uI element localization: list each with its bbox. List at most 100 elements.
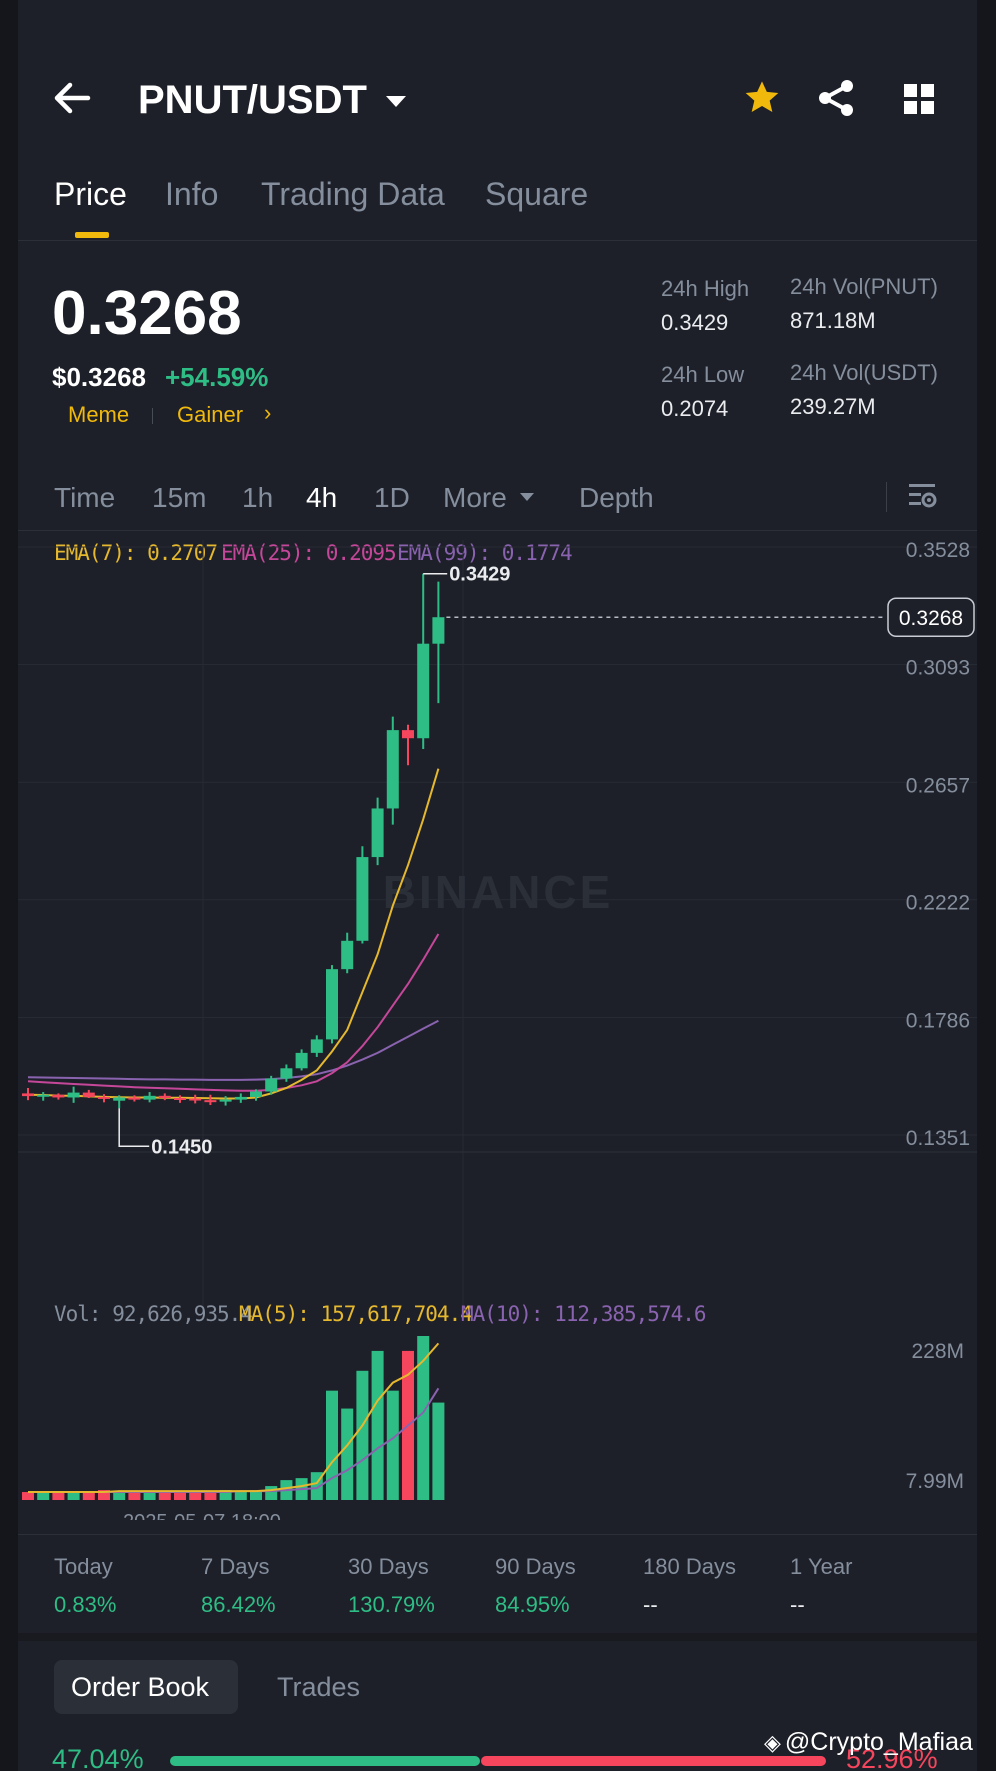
tabs-divider	[18, 240, 977, 241]
candle	[432, 617, 445, 644]
candle	[98, 1096, 110, 1099]
candle	[204, 1100, 217, 1103]
credit-text: @Crypto_Mafiaa	[784, 1728, 973, 1756]
tab-order-book[interactable]: Order Book	[54, 1660, 238, 1714]
volume-tick-label: 7.99M	[906, 1470, 964, 1493]
tag-divider	[152, 408, 153, 424]
interval-time[interactable]: Time	[54, 482, 115, 514]
volume-bar	[341, 1408, 354, 1500]
grid-menu-icon[interactable]	[902, 82, 936, 121]
volume-bar	[234, 1491, 247, 1500]
volume-bar	[128, 1492, 141, 1500]
candle	[280, 1068, 293, 1079]
pair-dropdown-icon[interactable]	[384, 92, 408, 115]
min-marker-label: 0.1450	[151, 1136, 212, 1158]
perf-7d: 7 Days 86.42%	[201, 1554, 276, 1618]
perf-value: 86.42%	[201, 1592, 276, 1617]
interval-1h[interactable]: 1h	[242, 482, 273, 514]
volume-bar	[143, 1492, 156, 1500]
candle	[143, 1095, 156, 1100]
candle	[219, 1099, 232, 1102]
vol-base-value: 871.18M	[790, 308, 876, 333]
y-tick-label: 0.2222	[906, 892, 970, 915]
favorite-star-icon[interactable]	[742, 78, 782, 123]
max-marker-label: 0.3429	[449, 564, 510, 586]
candle	[67, 1092, 80, 1098]
tab-trades[interactable]: Trades	[277, 1672, 360, 1703]
volume-bar	[189, 1492, 202, 1500]
tags-chevron-icon[interactable]: ›	[264, 400, 271, 426]
chart-bottom-divider	[18, 1534, 977, 1535]
buy-ratio-bar	[170, 1756, 480, 1766]
volume-bar	[265, 1486, 278, 1500]
chart-settings-icon[interactable]	[907, 480, 939, 517]
perf-1y: 1 Year --	[790, 1554, 852, 1618]
vol-legend: Vol: 92,626,935.4	[54, 1302, 253, 1326]
tab-square[interactable]: Square	[485, 176, 588, 213]
current-price-label: 0.3268	[899, 607, 963, 630]
candle	[326, 969, 338, 1040]
candle	[386, 730, 399, 809]
perf-value: 130.79%	[348, 1592, 435, 1617]
perf-label: 7 Days	[201, 1554, 270, 1579]
perf-30d: 30 Days 130.79%	[348, 1554, 435, 1618]
price-chart[interactable]: BINANCE 0.3528 0.3093 0.2657 0.2222 0.1786 0.…	[18, 540, 977, 1520]
vol-quote-label: 24h Vol(USDT)	[790, 360, 938, 385]
candle	[341, 940, 354, 970]
interval-depth[interactable]: Depth	[579, 482, 654, 514]
candle	[295, 1052, 308, 1069]
volume-bar	[22, 1492, 34, 1500]
interval-1d[interactable]: 1D	[374, 482, 410, 514]
perf-label: 1 Year	[790, 1554, 853, 1579]
performance-row: Today 0.83% 7 Days 86.42% 30 Days 130.79…	[54, 1554, 954, 1624]
usd-price: $0.3268	[52, 362, 146, 392]
candle	[174, 1097, 186, 1100]
share-icon[interactable]	[816, 78, 856, 123]
volume-bar	[356, 1370, 369, 1500]
tab-trading-data[interactable]: Trading Data	[261, 176, 445, 213]
credit-watermark: ◈ @Crypto_Mafiaa	[764, 1728, 973, 1757]
back-button[interactable]	[52, 80, 100, 120]
volume-bar	[386, 1390, 399, 1500]
candle	[113, 1097, 126, 1101]
y-tick-label: 0.3528	[906, 540, 970, 562]
y-tick-label: 0.3093	[906, 656, 970, 679]
perf-label: 90 Days	[495, 1554, 576, 1579]
candle	[37, 1094, 50, 1097]
more-dropdown-icon[interactable]	[518, 490, 536, 509]
interval-divider-line	[18, 530, 977, 531]
vol-base-label: 24h Vol(PNUT)	[790, 274, 938, 299]
interval-15m[interactable]: 15m	[152, 482, 206, 514]
candle	[417, 643, 430, 739]
tab-info[interactable]: Info	[165, 176, 218, 213]
perf-value: --	[643, 1592, 658, 1617]
tab-price[interactable]: Price	[54, 176, 127, 213]
volume-bar	[250, 1491, 262, 1500]
candle	[265, 1078, 278, 1092]
sell-ratio-bar	[481, 1756, 826, 1766]
candle	[128, 1097, 141, 1100]
perf-label: 180 Days	[643, 1554, 736, 1579]
candle	[402, 730, 414, 739]
vol-quote-value: 239.27M	[790, 394, 876, 419]
high-label: 24h High	[661, 276, 750, 301]
candle	[356, 857, 369, 941]
low-label: 24h Low	[661, 362, 745, 387]
tag-meme[interactable]: Meme	[68, 402, 129, 428]
y-tick-label: 0.1351	[906, 1127, 970, 1150]
candle	[82, 1092, 95, 1097]
perf-90d: 90 Days 84.95%	[495, 1554, 576, 1618]
volume-bar	[67, 1492, 80, 1500]
pair-title[interactable]: PNUT/USDT	[138, 78, 367, 123]
tag-gainer[interactable]: Gainer	[177, 402, 243, 428]
volume-bar	[52, 1492, 65, 1500]
volume-tick-label: 228M	[911, 1340, 964, 1363]
interval-4h[interactable]: 4h	[306, 482, 337, 514]
candle	[22, 1093, 34, 1097]
perf-label: 30 Days	[348, 1554, 429, 1579]
y-tick-label: 0.2657	[906, 774, 970, 797]
volume-bar	[37, 1492, 50, 1500]
candle	[250, 1091, 262, 1097]
perf-180d: 180 Days --	[643, 1554, 736, 1618]
interval-more[interactable]: More	[443, 482, 507, 514]
